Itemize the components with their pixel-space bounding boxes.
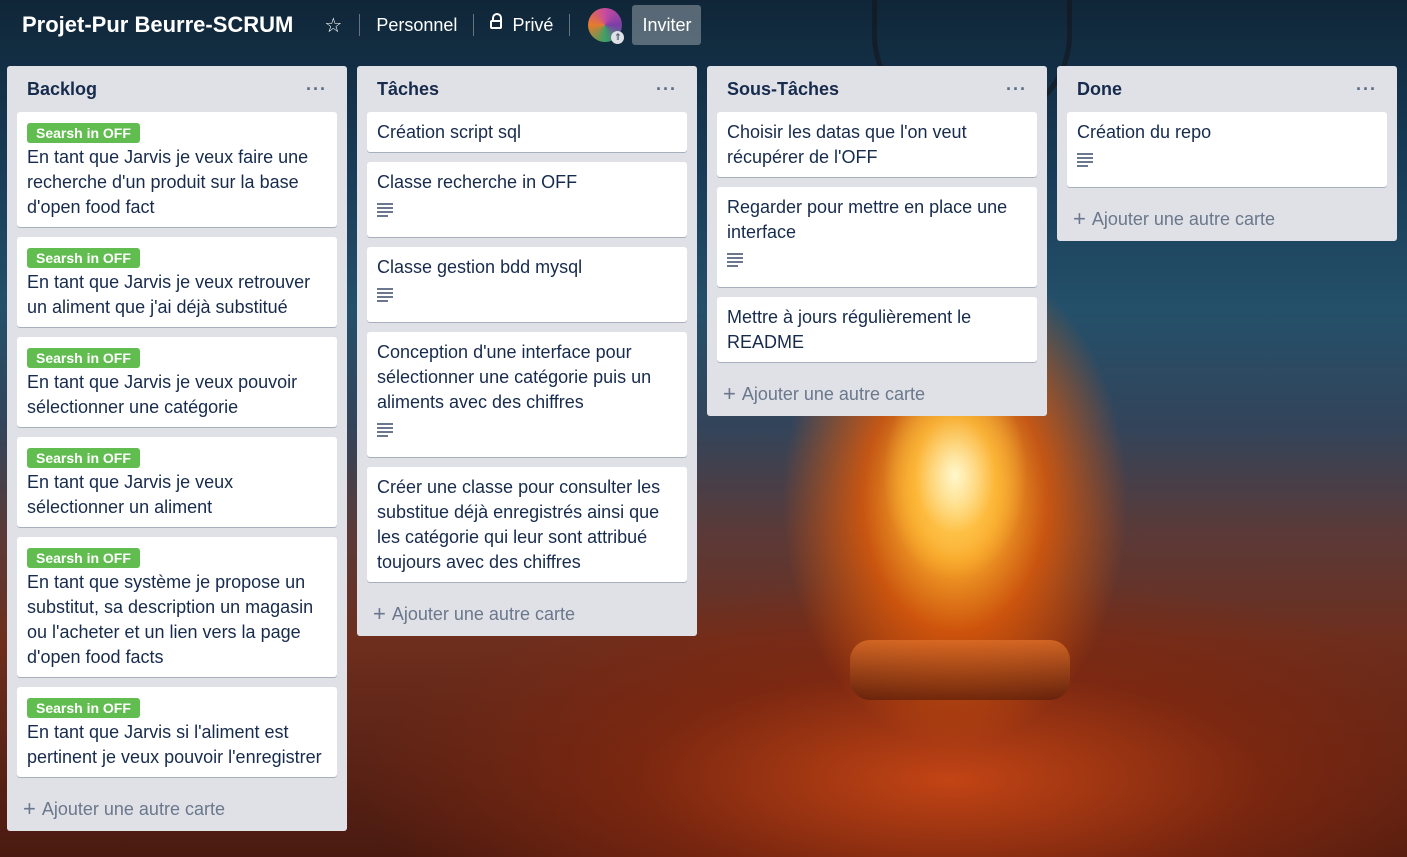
card[interactable]: Mettre à jours régulièrement le README bbox=[717, 297, 1037, 362]
visibility-label: Privé bbox=[512, 14, 554, 35]
card[interactable]: Searsh in OFF En tant que Jarvis si l'al… bbox=[17, 687, 337, 777]
list-taches: Tâches ··· Création script sql Classe re… bbox=[357, 66, 697, 636]
card-label: Searsh in OFF bbox=[27, 348, 140, 368]
card[interactable]: Regarder pour mettre en place une interf… bbox=[717, 187, 1037, 287]
list-header: Sous-Tâches ··· bbox=[717, 66, 1037, 112]
card-title: Créer une classe pour consulter les subs… bbox=[377, 477, 661, 572]
add-card-label: Ajouter une autre carte bbox=[1091, 208, 1275, 229]
list-title[interactable]: Sous-Tâches bbox=[727, 79, 839, 100]
card-title: Création script sql bbox=[377, 122, 522, 142]
card[interactable]: Searsh in OFF En tant que système je pro… bbox=[17, 537, 337, 677]
card-title: En tant que Jarvis je veux retrouver un … bbox=[27, 272, 311, 317]
card-title: Classe gestion bdd mysql bbox=[377, 257, 583, 277]
card-title: Conception d'une interface pour sélectio… bbox=[377, 342, 652, 412]
card-title: En tant que Jarvis si l'aliment est pert… bbox=[27, 722, 322, 767]
card[interactable]: Searsh in OFF En tant que Jarvis je veux… bbox=[17, 237, 337, 327]
card-title: En tant que Jarvis je veux pouvoir sélec… bbox=[27, 372, 298, 417]
team-button[interactable]: Personnel bbox=[366, 8, 467, 42]
more-options-icon[interactable]: ··· bbox=[1006, 79, 1027, 100]
header-divider bbox=[359, 14, 361, 36]
team-label: Personnel bbox=[376, 14, 458, 35]
card[interactable]: Création script sql bbox=[367, 112, 687, 152]
card-label: Searsh in OFF bbox=[27, 698, 140, 718]
list-title[interactable]: Tâches bbox=[377, 79, 439, 100]
description-icon bbox=[727, 253, 743, 267]
list-header: Tâches ··· bbox=[367, 66, 687, 112]
plus-icon: + bbox=[373, 601, 386, 626]
add-card-button[interactable]: + Ajouter une autre carte bbox=[1067, 197, 1387, 241]
card-title: Mettre à jours régulièrement le README bbox=[727, 307, 972, 352]
add-card-button[interactable]: + Ajouter une autre carte bbox=[367, 592, 687, 636]
visibility-button[interactable]: Privé bbox=[480, 8, 563, 42]
card[interactable]: Classe recherche in OFF bbox=[367, 162, 687, 237]
lock-icon bbox=[490, 13, 503, 31]
card-label: Searsh in OFF bbox=[27, 548, 140, 568]
card-title: Choisir les datas que l'on veut récupére… bbox=[727, 122, 967, 167]
admin-badge-icon: ⇑ bbox=[611, 31, 625, 44]
board-header: Projet-Pur Beurre-SCRUM ☆ Personnel Priv… bbox=[0, 0, 1407, 50]
card-label: Searsh in OFF bbox=[27, 123, 140, 143]
card[interactable]: Conception d'une interface pour sélectio… bbox=[367, 332, 687, 457]
description-icon bbox=[1077, 153, 1093, 167]
plus-icon: + bbox=[1073, 206, 1086, 231]
card[interactable]: Searsh in OFF En tant que Jarvis je veux… bbox=[17, 337, 337, 427]
description-icon bbox=[377, 423, 393, 437]
add-card-label: Ajouter une autre carte bbox=[391, 603, 575, 624]
card-label: Searsh in OFF bbox=[27, 448, 140, 468]
list-title[interactable]: Backlog bbox=[27, 79, 97, 100]
list-title[interactable]: Done bbox=[1077, 79, 1122, 100]
card-title: En tant que système je propose un substi… bbox=[27, 572, 314, 667]
card[interactable]: Créer une classe pour consulter les subs… bbox=[367, 467, 687, 582]
list-backlog: Backlog ··· Searsh in OFF En tant que Ja… bbox=[7, 66, 347, 831]
card-title: Regarder pour mettre en place une interf… bbox=[727, 197, 1008, 242]
list-header: Backlog ··· bbox=[17, 66, 337, 112]
list-done: Done ··· Création du repo + Ajouter une … bbox=[1057, 66, 1397, 241]
card-title: En tant que Jarvis je veux faire une rec… bbox=[27, 147, 309, 217]
member-avatar[interactable]: ⇑ bbox=[588, 8, 625, 44]
header-divider bbox=[473, 14, 475, 36]
add-card-button[interactable]: + Ajouter une autre carte bbox=[17, 787, 337, 831]
more-options-icon[interactable]: ··· bbox=[1356, 79, 1377, 100]
card-title: Classe recherche in OFF bbox=[377, 172, 578, 192]
card-title: En tant que Jarvis je veux sélectionner … bbox=[27, 472, 234, 517]
header-divider bbox=[569, 14, 571, 36]
invite-button[interactable]: Inviter bbox=[632, 5, 702, 45]
background-lamp-base bbox=[850, 640, 1070, 700]
more-options-icon[interactable]: ··· bbox=[306, 79, 327, 100]
card[interactable]: Choisir les datas que l'on veut récupére… bbox=[717, 112, 1037, 177]
card[interactable]: Classe gestion bdd mysql bbox=[367, 247, 687, 322]
star-button[interactable]: ☆ bbox=[313, 8, 353, 42]
star-icon: ☆ bbox=[324, 14, 343, 37]
add-card-label: Ajouter une autre carte bbox=[41, 798, 225, 819]
card-label: Searsh in OFF bbox=[27, 248, 140, 268]
description-icon bbox=[377, 288, 393, 302]
list-sous-taches: Sous-Tâches ··· Choisir les datas que l'… bbox=[707, 66, 1047, 416]
board-title[interactable]: Projet-Pur Beurre-SCRUM bbox=[22, 12, 293, 38]
plus-icon: + bbox=[23, 796, 36, 821]
plus-icon: + bbox=[723, 381, 736, 406]
add-card-button[interactable]: + Ajouter une autre carte bbox=[717, 372, 1037, 416]
list-header: Done ··· bbox=[1067, 66, 1387, 112]
add-card-label: Ajouter une autre carte bbox=[741, 383, 925, 404]
card-title: Création du repo bbox=[1077, 122, 1212, 142]
card[interactable]: Searsh in OFF En tant que Jarvis je veux… bbox=[17, 112, 337, 227]
card[interactable]: Création du repo bbox=[1067, 112, 1387, 187]
more-options-icon[interactable]: ··· bbox=[656, 79, 677, 100]
card[interactable]: Searsh in OFF En tant que Jarvis je veux… bbox=[17, 437, 337, 527]
description-icon bbox=[377, 203, 393, 217]
